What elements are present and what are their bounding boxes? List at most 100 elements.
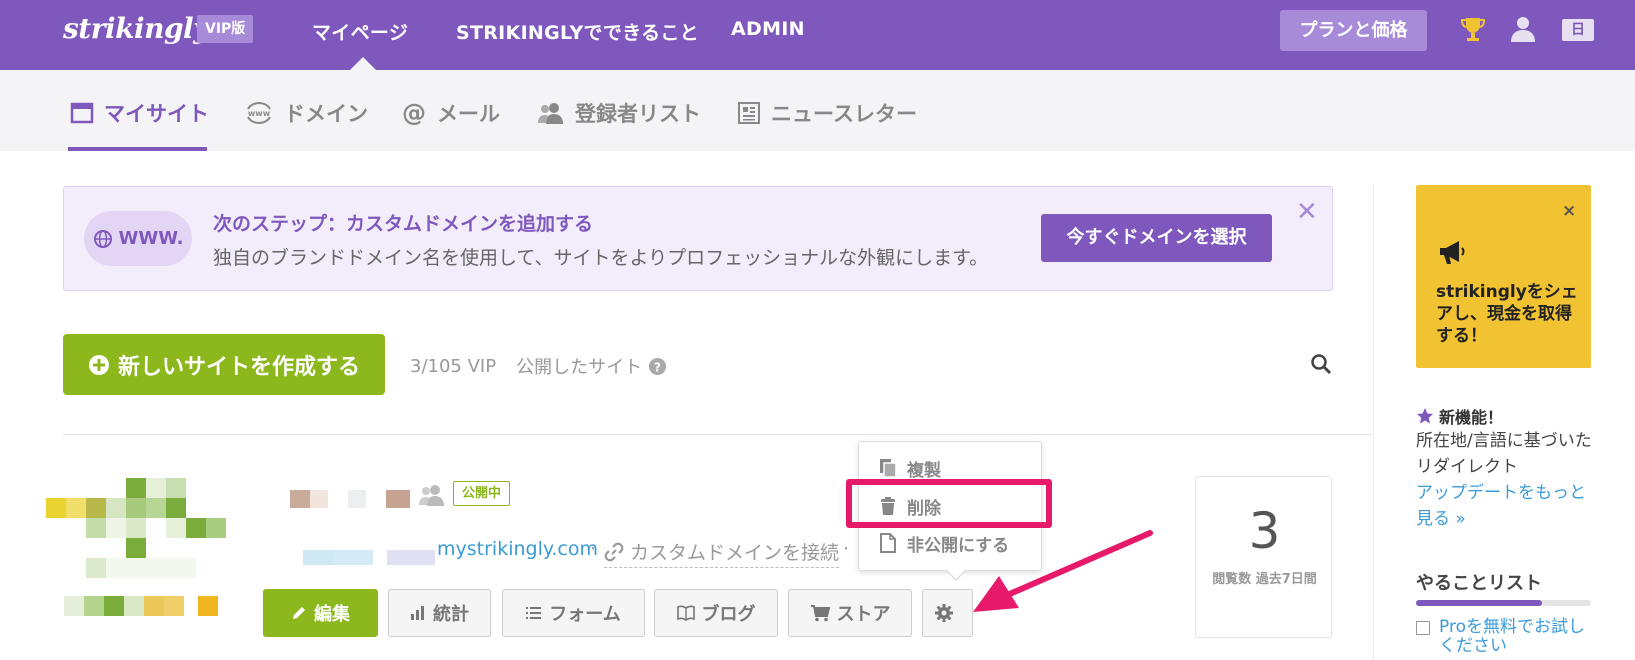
dropdown-caret-fill bbox=[946, 569, 966, 579]
www-label: WWW. bbox=[118, 228, 184, 249]
promo-close-icon[interactable]: × bbox=[1562, 201, 1576, 221]
store-label: ストア bbox=[836, 604, 891, 625]
gear-icon bbox=[935, 604, 953, 622]
tab-email[interactable]: @ メール bbox=[401, 98, 500, 128]
forms-button[interactable]: フォーム bbox=[502, 589, 645, 637]
plus-circle-icon bbox=[88, 354, 109, 375]
copy-icon bbox=[880, 459, 897, 478]
question-circle-icon[interactable]: ? bbox=[648, 357, 667, 376]
users-icon bbox=[538, 103, 563, 124]
delete-highlight-annotation bbox=[846, 479, 1052, 528]
close-icon[interactable]: ✕ bbox=[1296, 199, 1318, 225]
published-label: 公開したサイト bbox=[516, 357, 643, 378]
site-thumbnail[interactable] bbox=[46, 478, 236, 623]
search-icon[interactable] bbox=[1310, 353, 1332, 375]
separator-dot: · bbox=[590, 538, 597, 560]
todo-item-label: Proを無料でお試しください bbox=[1439, 617, 1585, 656]
new-feature-heading: 新機能！ bbox=[1416, 404, 1503, 428]
svg-text:www: www bbox=[248, 109, 271, 118]
at-icon: @ bbox=[402, 100, 426, 126]
nav-admin[interactable]: ADMIN bbox=[731, 18, 805, 40]
svg-text:?: ? bbox=[654, 360, 661, 374]
book-icon bbox=[676, 605, 695, 621]
cart-icon bbox=[810, 605, 830, 622]
newsletter-icon bbox=[738, 102, 760, 124]
nav-features[interactable]: STRIKINGLYでできること bbox=[456, 18, 699, 45]
create-site-label: 新しいサイトを作成する bbox=[117, 354, 360, 380]
banner-description: 独自のブランドドメイン名を使用して、サイトをよりプロフェッショナルな外観にします… bbox=[213, 247, 989, 269]
nav-my-page[interactable]: マイページ bbox=[312, 18, 408, 45]
browser-window-icon bbox=[70, 102, 94, 124]
blog-button[interactable]: ブログ bbox=[654, 589, 778, 637]
banner-title: 次のステップ：カスタムドメインを追加する bbox=[213, 213, 594, 235]
link-icon bbox=[604, 542, 624, 561]
subdomain-redacted bbox=[303, 550, 435, 565]
tab-my-sites[interactable]: マイサイト bbox=[70, 98, 209, 128]
new-feature-title: 新機能！ bbox=[1439, 408, 1504, 427]
connect-domain-link[interactable]: カスタムドメインを接続 bbox=[604, 538, 840, 568]
top-bar: strikingly VIP版 マイページ STRIKINGLYでできること A… bbox=[0, 0, 1635, 70]
tab-label: ニュースレター bbox=[771, 102, 917, 126]
section-divider bbox=[63, 434, 1373, 435]
todo-title: やることリスト bbox=[1416, 573, 1542, 594]
stats-button[interactable]: 統計 bbox=[388, 589, 491, 637]
column-divider bbox=[1373, 184, 1374, 660]
edit-button[interactable]: 編集 bbox=[263, 589, 378, 637]
store-button[interactable]: ストア bbox=[788, 589, 912, 637]
todo-progress-fill bbox=[1416, 600, 1542, 606]
todo-item-try-pro[interactable]: Proを無料でお試しください bbox=[1416, 618, 1596, 656]
referral-promo-card[interactable]: × strikinglyをシェアし、現金を取得する！ bbox=[1416, 185, 1591, 368]
user-icon[interactable] bbox=[1510, 15, 1536, 43]
sub-navigation: マイサイト www ドメイン @ メール 登録者リスト ニュースレター bbox=[0, 70, 1635, 151]
choose-domain-button[interactable]: 今すぐドメインを選択 bbox=[1041, 214, 1272, 262]
strikingly-logo[interactable]: strikingly bbox=[63, 12, 209, 45]
www-badge: WWW. bbox=[84, 211, 192, 266]
blog-label: ブログ bbox=[701, 604, 756, 625]
bar-chart-icon bbox=[411, 606, 424, 620]
vip-badge: VIP版 bbox=[197, 15, 254, 43]
separator-dot: · bbox=[843, 538, 850, 560]
site-count-value: 3/105 VIP bbox=[410, 355, 497, 377]
tab-subscribers[interactable]: 登録者リスト bbox=[537, 98, 701, 128]
tab-label: ドメイン bbox=[284, 102, 368, 126]
list-icon bbox=[526, 607, 542, 619]
menu-item-duplicate[interactable]: 複製 bbox=[879, 455, 941, 481]
status-badge: 公開中 bbox=[453, 481, 511, 506]
views-stats-box: 3 閲覧数 過去7日間 bbox=[1195, 476, 1332, 638]
connect-domain-label: カスタムドメインを接続 bbox=[630, 542, 840, 564]
tab-domains[interactable]: www ドメイン bbox=[244, 98, 368, 128]
pencil-icon bbox=[293, 607, 305, 619]
www-icon: www bbox=[247, 102, 271, 124]
todo-checkbox[interactable] bbox=[1416, 621, 1430, 635]
tab-label: 登録者リスト bbox=[575, 102, 701, 126]
language-switcher[interactable]: 日 bbox=[1562, 19, 1594, 41]
create-site-button[interactable]: 新しいサイトを作成する bbox=[63, 334, 385, 395]
pointer-arrow-annotation bbox=[973, 530, 1153, 612]
menu-item-label: 複製 bbox=[907, 460, 941, 481]
promo-text: strikinglyをシェアし、現金を取得する！ bbox=[1436, 282, 1578, 346]
tab-label: メール bbox=[437, 102, 500, 126]
active-nav-caret bbox=[350, 57, 376, 70]
svg-text:@: @ bbox=[402, 100, 426, 126]
tab-label: マイサイト bbox=[104, 102, 209, 126]
views-count: 3 bbox=[1248, 502, 1281, 560]
collaborators-icon bbox=[419, 485, 444, 506]
tab-newsletter[interactable]: ニュースレター bbox=[737, 98, 917, 128]
site-count: 3/105 VIP 公開したサイト ? bbox=[410, 353, 667, 379]
updates-link[interactable]: アップデートをもっと見る » bbox=[1416, 480, 1596, 532]
site-url-link[interactable]: mystrikingly.com bbox=[437, 538, 598, 560]
globe-icon bbox=[93, 229, 112, 248]
star-icon bbox=[1417, 408, 1433, 424]
site-name-redacted bbox=[290, 490, 410, 508]
views-label: 閲覧数 過去7日間 bbox=[1212, 572, 1317, 587]
edit-label: 編集 bbox=[314, 604, 350, 625]
todo-progress-bar bbox=[1416, 600, 1591, 606]
pricing-button[interactable]: プランと価格 bbox=[1280, 10, 1427, 51]
megaphone-icon bbox=[1440, 241, 1465, 264]
active-tab-indicator bbox=[68, 147, 207, 151]
stats-label: 統計 bbox=[433, 604, 469, 625]
document-icon bbox=[880, 533, 896, 553]
trophy-icon[interactable] bbox=[1460, 15, 1486, 43]
new-feature-description: 所在地/言語に基づいたリダイレクト bbox=[1416, 431, 1592, 477]
custom-domain-banner: WWW. 次のステップ：カスタムドメインを追加する 独自のブランドドメイン名を使… bbox=[63, 186, 1333, 291]
